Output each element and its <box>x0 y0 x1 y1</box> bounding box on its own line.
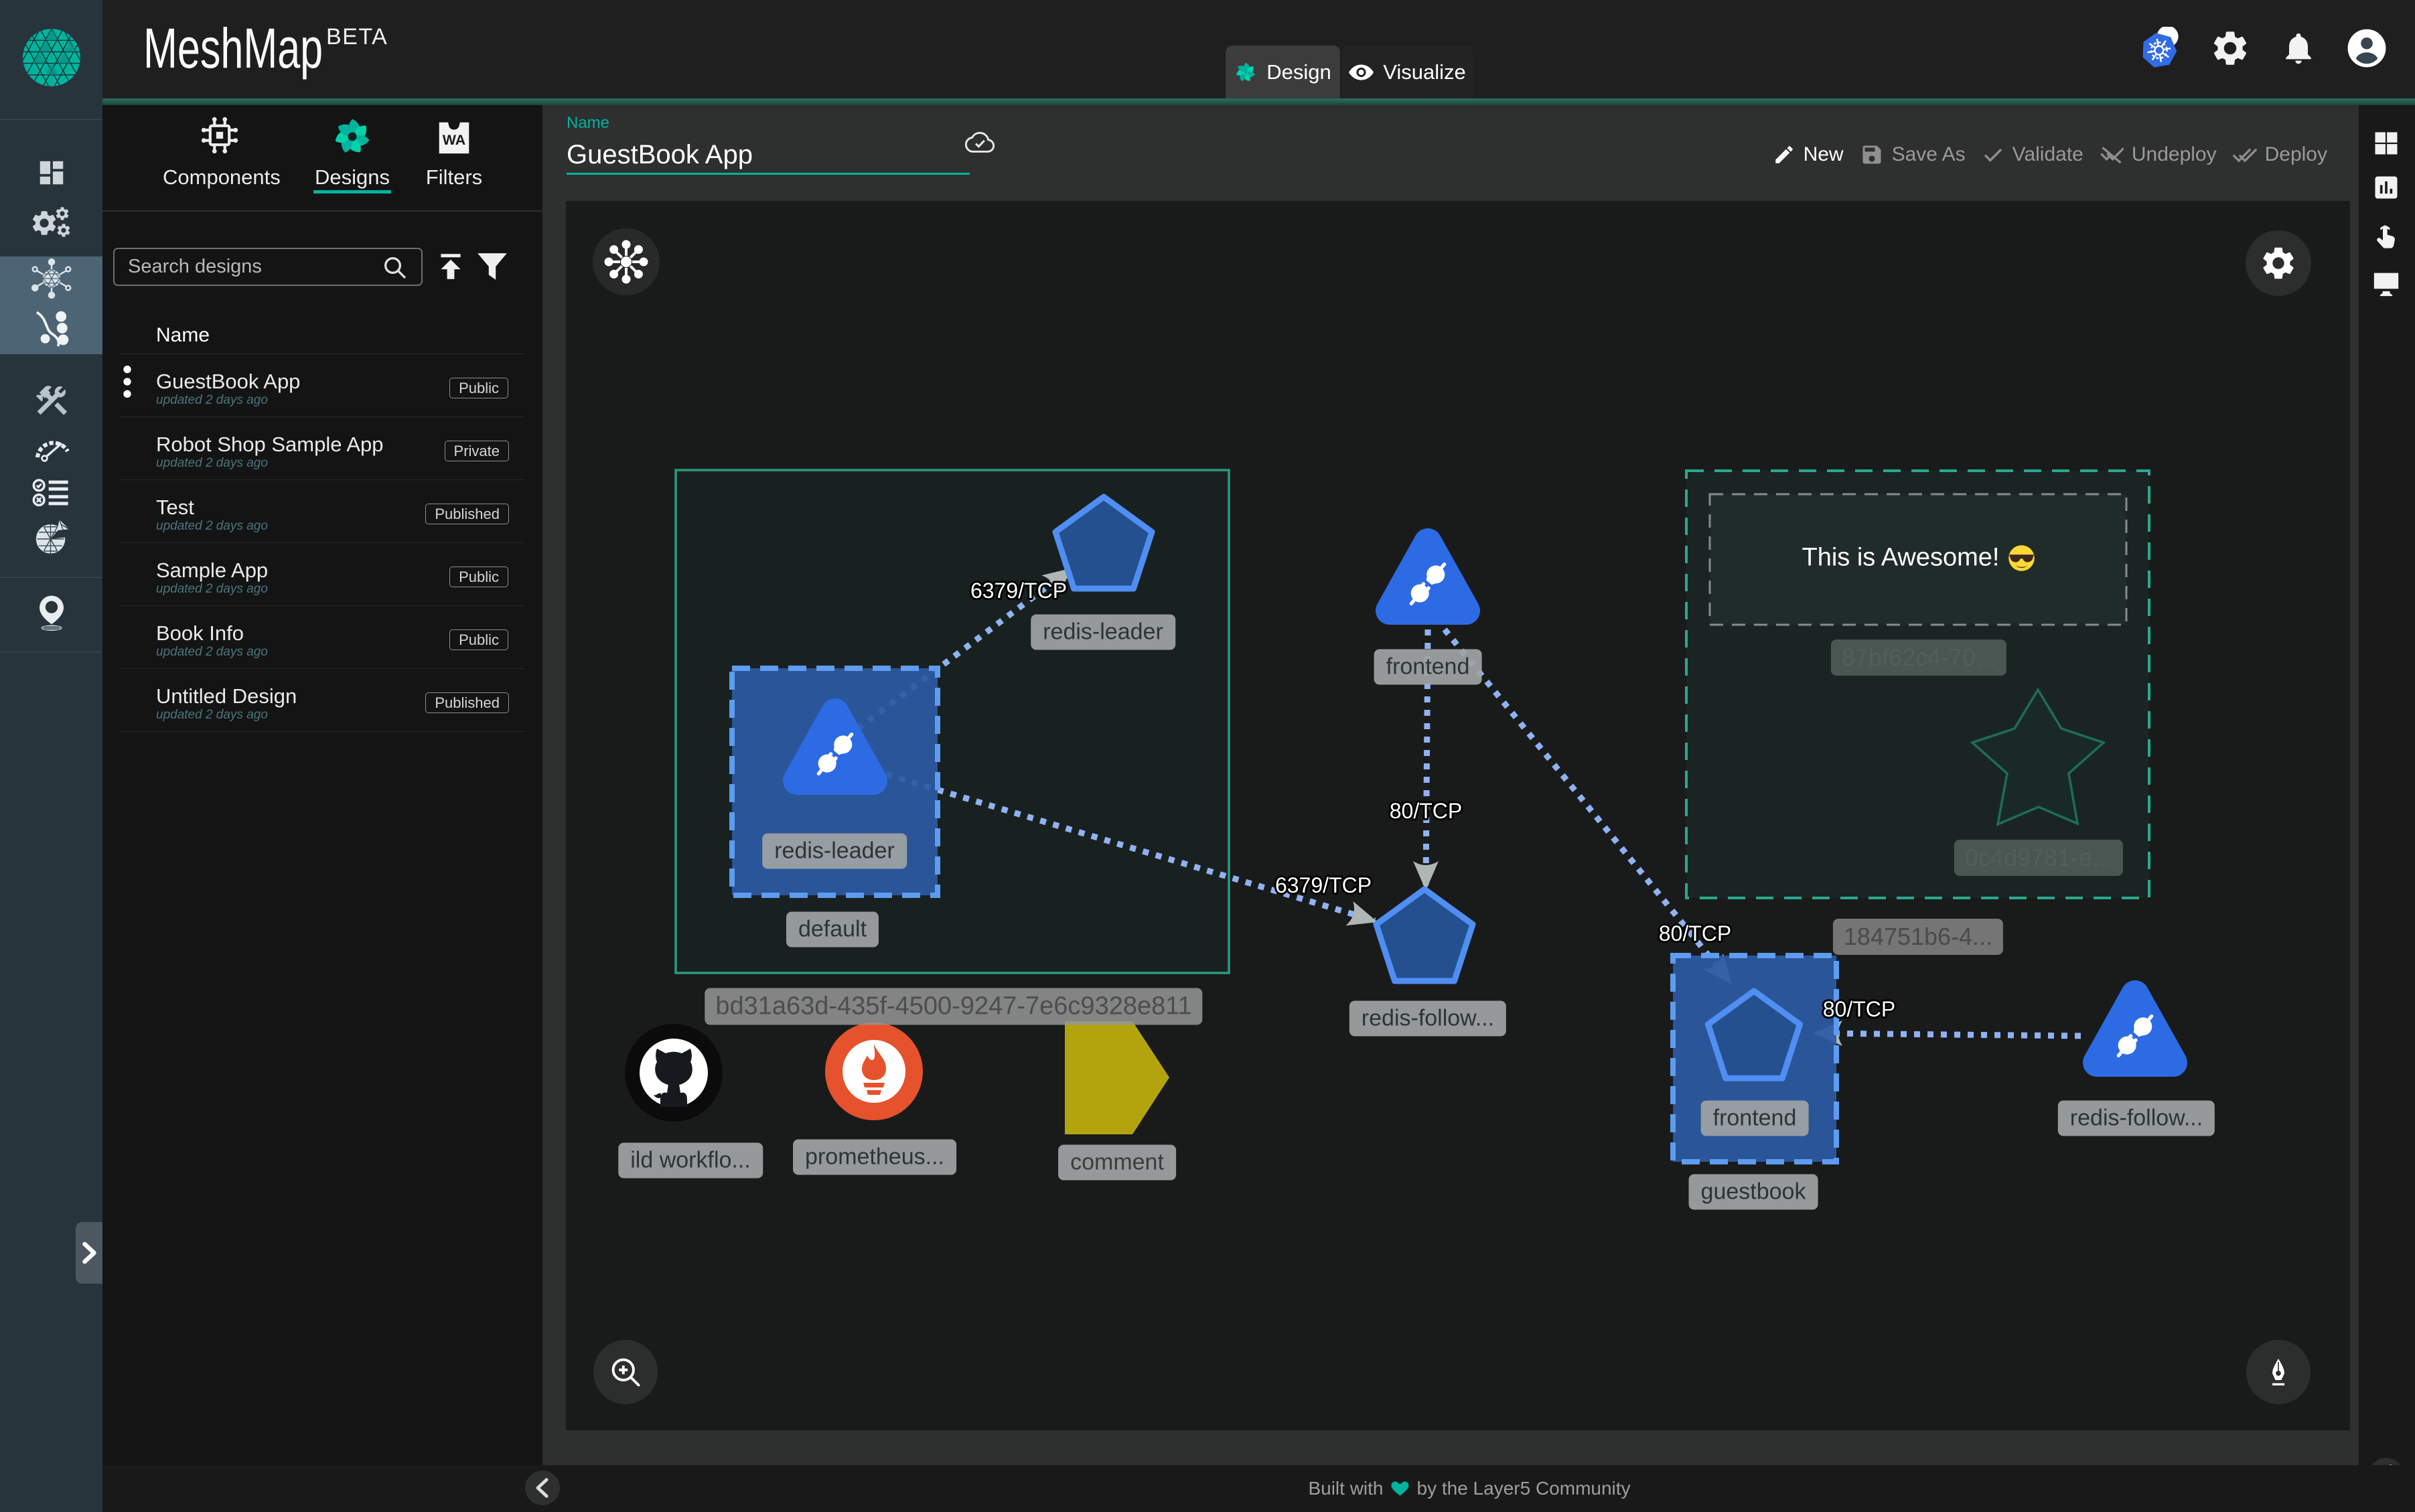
svg-text:6379/TCP: 6379/TCP <box>1275 873 1372 897</box>
svg-text:WA: WA <box>443 132 465 148</box>
svg-text:80/TCP: 80/TCP <box>1823 997 1895 1021</box>
svg-text:80/TCP: 80/TCP <box>1659 921 1731 946</box>
svg-text:6379/TCP: 6379/TCP <box>970 579 1067 603</box>
svg-text:80/TCP: 80/TCP <box>1390 799 1462 823</box>
